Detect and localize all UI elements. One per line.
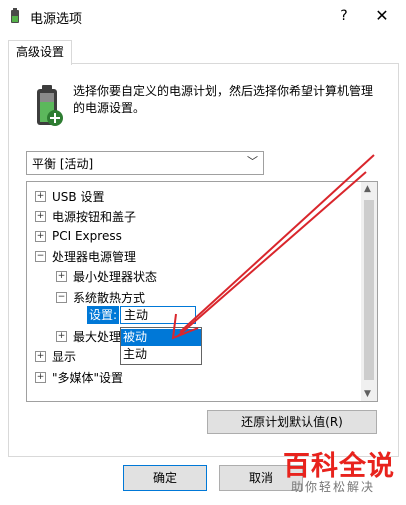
- option-passive[interactable]: 被动: [121, 329, 201, 346]
- battery-icon: [37, 85, 63, 126]
- setting-label: 设置:: [87, 306, 120, 324]
- tree-item-label: 最小处理器状态: [73, 269, 158, 284]
- restore-defaults-button[interactable]: 还原计划默认值(R): [207, 410, 377, 434]
- expand-icon[interactable]: +: [56, 330, 67, 342]
- tree-item-label: 处理器电源管理: [52, 249, 137, 264]
- power-plan-value: 平衡 [活动]: [32, 157, 94, 171]
- collapse-icon[interactable]: −: [56, 291, 67, 303]
- tree-item-usb[interactable]: + USB 设置: [35, 187, 104, 205]
- tree-item-display[interactable]: + 显示: [35, 347, 76, 365]
- tree-item-cooling-policy[interactable]: − 系统散热方式: [56, 288, 145, 306]
- watermark-tagline: 助你轻松解决: [291, 480, 376, 494]
- expand-icon[interactable]: +: [35, 190, 46, 202]
- tree-item-processor-power[interactable]: − 处理器电源管理: [35, 247, 136, 265]
- expand-icon[interactable]: +: [35, 371, 46, 383]
- help-button[interactable]: ?: [332, 4, 356, 28]
- tree-item-pci-express[interactable]: + PCI Express: [35, 227, 122, 245]
- scroll-down-icon[interactable]: ▼: [364, 389, 371, 399]
- power-plan-select[interactable]: 平衡 [活动] ﹀: [26, 151, 264, 175]
- tab-advanced-settings[interactable]: 高级设置: [8, 40, 72, 65]
- tree-item-multimedia[interactable]: + "多媒体"设置: [35, 368, 123, 386]
- scrollbar-thumb[interactable]: [364, 200, 374, 380]
- tree-item-label: 系统散热方式: [73, 290, 146, 305]
- tree-item-label: 最大处理: [73, 329, 122, 344]
- cooling-policy-select[interactable]: 主动: [120, 306, 196, 324]
- power-options-icon: [11, 8, 19, 23]
- expand-icon[interactable]: +: [35, 210, 46, 222]
- tree-item-label: PCI Express: [52, 229, 122, 243]
- expand-icon[interactable]: +: [35, 350, 46, 362]
- tree-item-label: 显示: [52, 349, 77, 364]
- expand-icon[interactable]: +: [35, 230, 46, 242]
- window-title: 电源选项: [30, 12, 83, 27]
- scroll-up-icon[interactable]: ▲: [364, 184, 371, 194]
- tree-item-label: "多媒体"设置: [52, 370, 124, 385]
- option-active[interactable]: 主动: [121, 346, 201, 363]
- expand-icon[interactable]: +: [56, 270, 67, 282]
- ok-button[interactable]: 确定: [123, 465, 207, 491]
- tree-item-label: 电源按钮和盖子: [52, 209, 137, 224]
- tree-item-min-processor-state[interactable]: + 最小处理器状态: [56, 267, 157, 285]
- tree-scrollbar[interactable]: ▲ ▼: [361, 182, 377, 401]
- tree-item-label: USB 设置: [52, 189, 105, 204]
- close-button[interactable]: ✕: [368, 4, 396, 28]
- description-text: 选择你要自定义的电源计划，然后选择你希望计算机管理的电源设置。: [73, 84, 374, 115]
- collapse-icon[interactable]: −: [35, 250, 46, 262]
- cooling-policy-dropdown[interactable]: 被动 主动: [120, 327, 202, 365]
- chevron-down-icon: ﹀: [247, 155, 258, 168]
- tree-item-max-processor-state[interactable]: + 最大处理: [56, 327, 121, 345]
- settings-tree[interactable]: + USB 设置 + 电源按钮和盖子 + PCI Express − 处理器电源…: [26, 181, 378, 402]
- tree-item-power-buttons[interactable]: + 电源按钮和盖子: [35, 207, 136, 225]
